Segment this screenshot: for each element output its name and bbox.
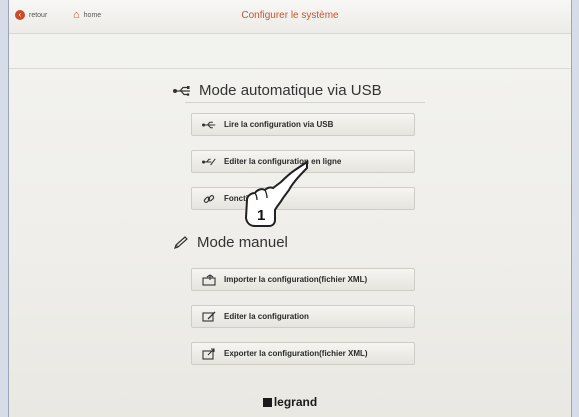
export-config-button[interactable]: Exporter la configuration(fichier XML) (191, 342, 415, 365)
callout-number: 1 (257, 207, 265, 224)
import-icon (202, 273, 216, 286)
export-icon (202, 347, 216, 360)
edit-icon (202, 311, 216, 323)
pointing-hand-icon: 1 (244, 160, 308, 227)
edit-config-label: Editer la configuration (224, 312, 309, 321)
usb-icon (173, 85, 190, 96)
link-icon (202, 193, 216, 205)
usb-section-underline (185, 102, 425, 103)
header-bar: ‹ retour ⌂ home Configurer le système (9, 0, 571, 34)
legrand-logo: legrand (9, 395, 571, 409)
edit-config-button[interactable]: Editer la configuration (191, 305, 415, 328)
read-usb-config-label: Lire la configuration via USB (224, 120, 334, 129)
export-config-label: Exporter la configuration(fichier XML) (224, 349, 368, 358)
page-title: Configurer le système (241, 10, 339, 21)
pencil-icon (174, 235, 188, 249)
read-usb-config-button[interactable]: Lire la configuration via USB (191, 113, 415, 136)
usb-edit-icon (202, 157, 216, 167)
usb-section-title: Mode automatique via USB (173, 82, 382, 99)
usb-section-label: Mode automatique via USB (199, 82, 382, 99)
manual-section-label: Mode manuel (197, 234, 288, 251)
manual-section-title: Mode manuel (173, 234, 288, 251)
main-panel: ‹ retour ⌂ home Configurer le système Mo… (8, 0, 572, 417)
import-config-button[interactable]: Importer la configuration(fichier XML) (191, 268, 415, 291)
usb-icon (202, 121, 216, 129)
import-config-label: Importer la configuration(fichier XML) (224, 275, 368, 284)
divider (9, 68, 571, 69)
